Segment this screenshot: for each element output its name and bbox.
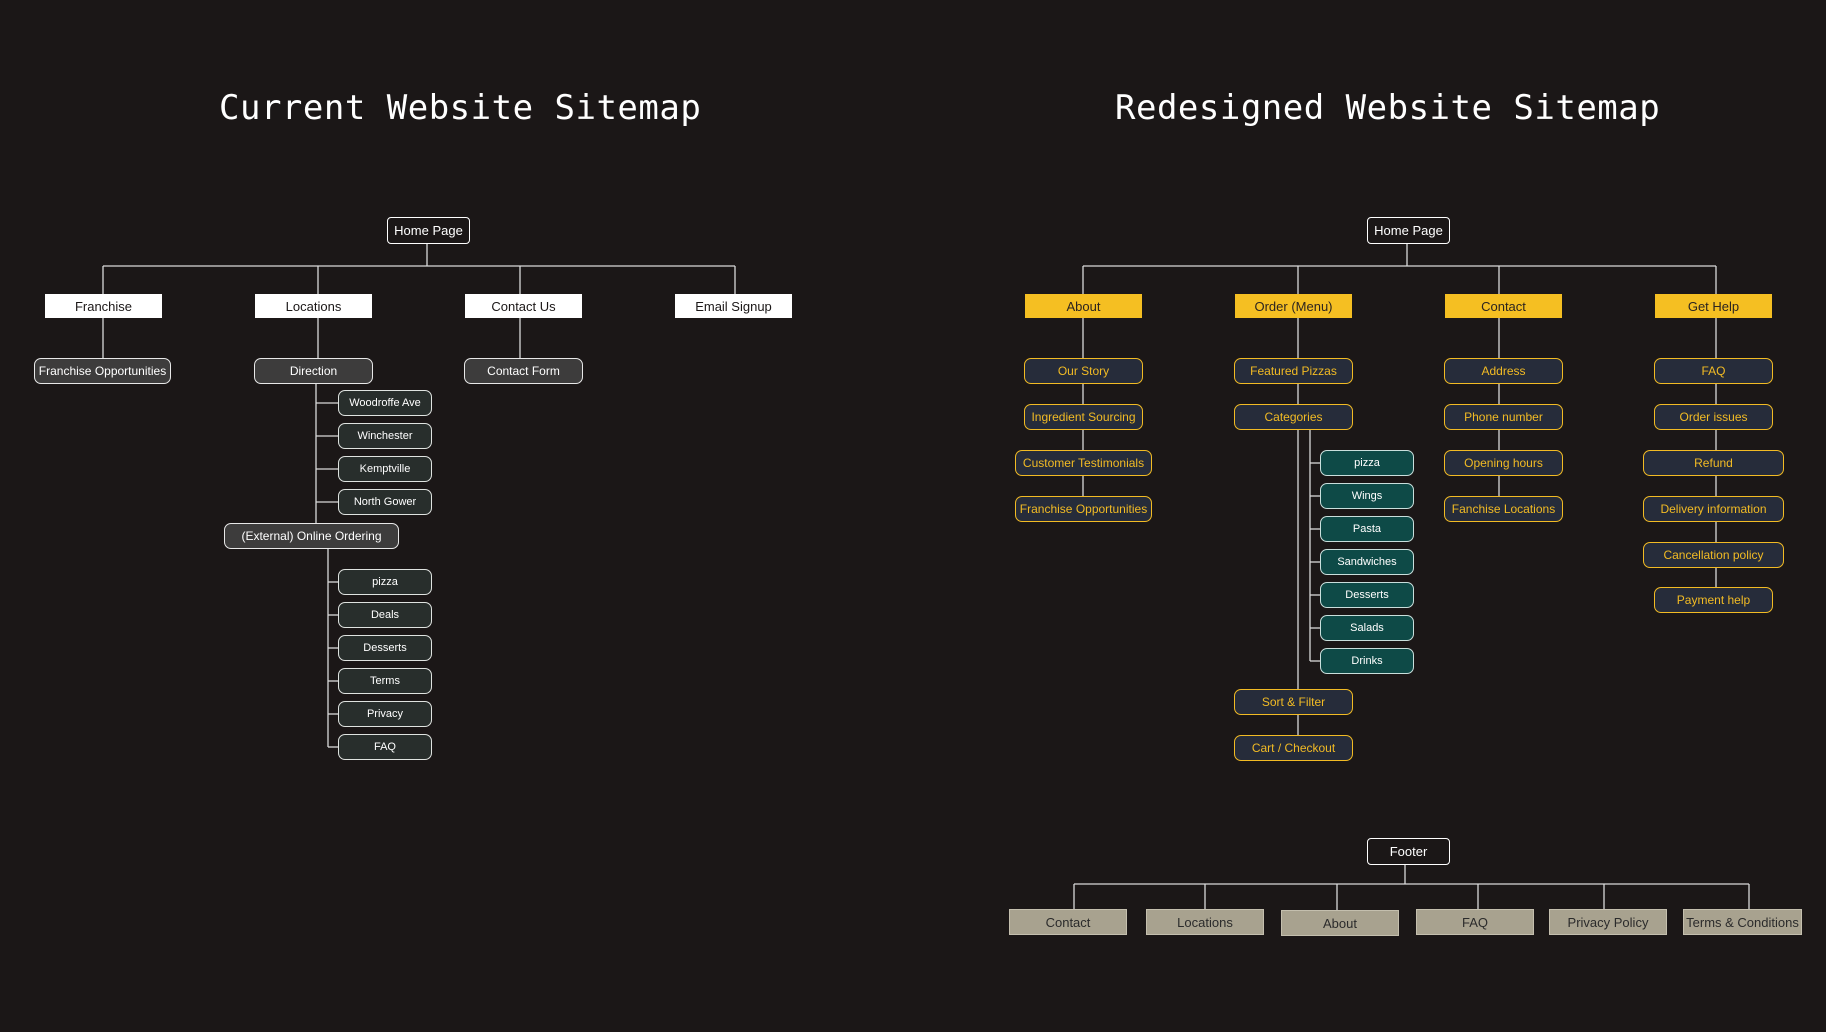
redesigned-opening-hours-node: Opening hours — [1444, 450, 1563, 476]
current-home-page-node: Home Page — [387, 217, 470, 244]
current-direction-north-gower-node: North Gower — [338, 489, 432, 515]
current-ordering-privacy-node: Privacy — [338, 701, 432, 727]
redesigned-customer-testimonials-node: Customer Testimonials — [1015, 450, 1152, 476]
redesigned-category-drinks-node: Drinks — [1320, 648, 1414, 674]
redesigned-about-node: About — [1025, 294, 1142, 318]
current-locations-node: Locations — [255, 294, 372, 318]
current-ordering-pizza-node: pizza — [338, 569, 432, 595]
redesigned-refund-node: Refund — [1643, 450, 1784, 476]
redesigned-category-sandwiches-node: Sandwiches — [1320, 549, 1414, 575]
redesigned-get-help-node: Get Help — [1655, 294, 1772, 318]
redesigned-category-pizza-node: pizza — [1320, 450, 1414, 476]
redesigned-delivery-information-node: Delivery information — [1643, 496, 1784, 522]
redesigned-sitemap-title: Redesigned Website Sitemap — [1115, 88, 1661, 128]
current-online-ordering-node: (External) Online Ordering — [224, 523, 399, 549]
redesigned-ingredient-sourcing-node: Ingredient Sourcing — [1024, 404, 1143, 430]
footer-about-node: About — [1281, 910, 1399, 936]
redesigned-categories-node: Categories — [1234, 404, 1353, 430]
footer-privacy-policy-node: Privacy Policy — [1549, 909, 1667, 935]
current-ordering-desserts-node: Desserts — [338, 635, 432, 661]
current-ordering-faq-node: FAQ — [338, 734, 432, 760]
redesigned-featured-pizzas-node: Featured Pizzas — [1234, 358, 1353, 384]
current-contact-us-node: Contact Us — [465, 294, 582, 318]
current-sitemap-title: Current Website Sitemap — [219, 88, 702, 128]
current-direction-woodroffe-node: Woodroffe Ave — [338, 390, 432, 416]
redesigned-order-issues-node: Order issues — [1654, 404, 1773, 430]
footer-contact-node: Contact — [1009, 909, 1127, 935]
footer-locations-node: Locations — [1146, 909, 1264, 935]
current-email-signup-node: Email Signup — [675, 294, 792, 318]
redesigned-category-salads-node: Salads — [1320, 615, 1414, 641]
redesigned-fanchise-locations-node: Fanchise Locations — [1444, 496, 1563, 522]
current-franchise-node: Franchise — [45, 294, 162, 318]
current-direction-winchester-node: Winchester — [338, 423, 432, 449]
redesigned-payment-help-node: Payment help — [1654, 587, 1773, 613]
redesigned-address-node: Address — [1444, 358, 1563, 384]
footer-node: Footer — [1367, 838, 1450, 865]
current-franchise-opportunities-node: Franchise Opportunities — [34, 358, 171, 384]
redesigned-category-pasta-node: Pasta — [1320, 516, 1414, 542]
current-direction-kemptville-node: Kemptville — [338, 456, 432, 482]
current-ordering-deals-node: Deals — [338, 602, 432, 628]
redesigned-franchise-opportunities-node: Franchise Opportunities — [1015, 496, 1152, 522]
redesigned-home-page-node: Home Page — [1367, 217, 1450, 244]
current-ordering-terms-node: Terms — [338, 668, 432, 694]
redesigned-order-menu-node: Order (Menu) — [1235, 294, 1352, 318]
redesigned-phone-number-node: Phone number — [1444, 404, 1563, 430]
current-contact-form-node: Contact Form — [464, 358, 583, 384]
redesigned-contact-node: Contact — [1445, 294, 1562, 318]
redesigned-our-story-node: Our Story — [1024, 358, 1143, 384]
redesigned-faq-node: FAQ — [1654, 358, 1773, 384]
redesigned-cancellation-policy-node: Cancellation policy — [1643, 542, 1784, 568]
redesigned-sort-filter-node: Sort & Filter — [1234, 689, 1353, 715]
redesigned-cart-checkout-node: Cart / Checkout — [1234, 735, 1353, 761]
footer-terms-conditions-node: Terms & Conditions — [1683, 909, 1802, 935]
redesigned-category-desserts-node: Desserts — [1320, 582, 1414, 608]
footer-faq-node: FAQ — [1416, 909, 1534, 935]
redesigned-category-wings-node: Wings — [1320, 483, 1414, 509]
current-direction-node: Direction — [254, 358, 373, 384]
